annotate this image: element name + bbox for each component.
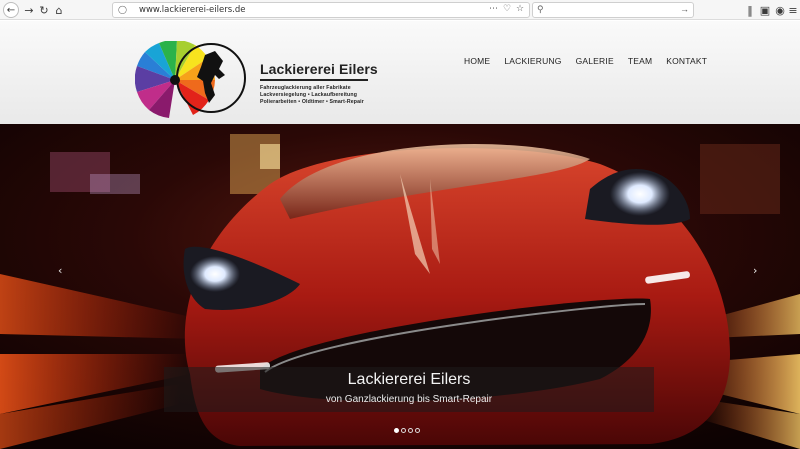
hero-subtitle: von Ganzlackierung bis Smart-Repair [325, 394, 493, 405]
logo-tagline-2: Lackversiegelung • Lackaufbereitung [260, 92, 358, 98]
reload-icon[interactable]: ↻ [36, 2, 52, 18]
slider-dots [394, 428, 420, 433]
nav-team[interactable]: TEAM [628, 56, 652, 66]
logo-title: Lackiererei Eilers [260, 61, 378, 77]
back-icon[interactable]: ← [3, 2, 19, 18]
arrow-right-icon[interactable]: → [680, 4, 689, 14]
next-slide-icon[interactable]: › [753, 264, 757, 277]
hero-slider: ‹ › Lackiererei Eilers von Ganzlackierun… [0, 124, 800, 449]
prev-slide-icon[interactable]: ‹ [58, 264, 62, 277]
url-bar[interactable]: ◯ www.lackiererei-eilers.de ⋯ ♡ ☆ [112, 2, 530, 18]
browser-toolbar: ← → ↻ ⌂ ◯ www.lackiererei-eilers.de ⋯ ♡ … [0, 0, 800, 20]
url-text[interactable]: www.lackiererei-eilers.de [139, 5, 245, 15]
hero-caption: Lackiererei Eilers von Ganzlackierung bi… [164, 367, 654, 412]
logo[interactable]: Lackiererei Eilers Fahrzeuglackierung al… [134, 39, 378, 119]
slider-dot-3[interactable] [408, 428, 413, 433]
logo-tagline-3: Polierarbeiten • Oldtimer • Smart-Repair [260, 99, 364, 105]
logo-divider [260, 79, 368, 81]
hero-title: Lackiererei Eilers [347, 371, 471, 388]
forward-icon[interactable]: → [21, 2, 37, 18]
slider-dot-2[interactable] [401, 428, 406, 433]
nav-lackierung[interactable]: LACKIERUNG [504, 56, 561, 66]
site-header: Lackiererei Eilers Fahrzeuglackierung al… [0, 21, 800, 124]
menu-icon[interactable]: ≡ [785, 2, 800, 18]
logo-emblem-icon [134, 39, 246, 118]
main-nav: HOME LACKIERUNG GALERIE TEAM KONTAKT [464, 56, 707, 66]
slider-dot-4[interactable] [415, 428, 420, 433]
search-input[interactable]: ⚲ → [532, 2, 694, 18]
shield-icon[interactable]: ◯ [118, 5, 127, 14]
logo-tagline-1: Fahrzeuglackierung aller Fabrikate [260, 85, 351, 91]
slider-dot-1[interactable] [394, 428, 399, 433]
more-icon[interactable]: ⋯ [489, 4, 498, 14]
bookmark-star-icon[interactable]: ☆ [516, 4, 524, 14]
nav-galerie[interactable]: GALERIE [576, 56, 614, 66]
nav-home[interactable]: HOME [464, 56, 490, 66]
search-icon: ⚲ [537, 4, 544, 14]
pocket-icon[interactable]: ♡ [503, 4, 511, 14]
sidebar-icon[interactable]: ▣ [757, 2, 773, 18]
nav-kontakt[interactable]: KONTAKT [666, 56, 707, 66]
home-icon[interactable]: ⌂ [51, 2, 67, 18]
library-icon[interactable]: ‖ [742, 2, 758, 18]
